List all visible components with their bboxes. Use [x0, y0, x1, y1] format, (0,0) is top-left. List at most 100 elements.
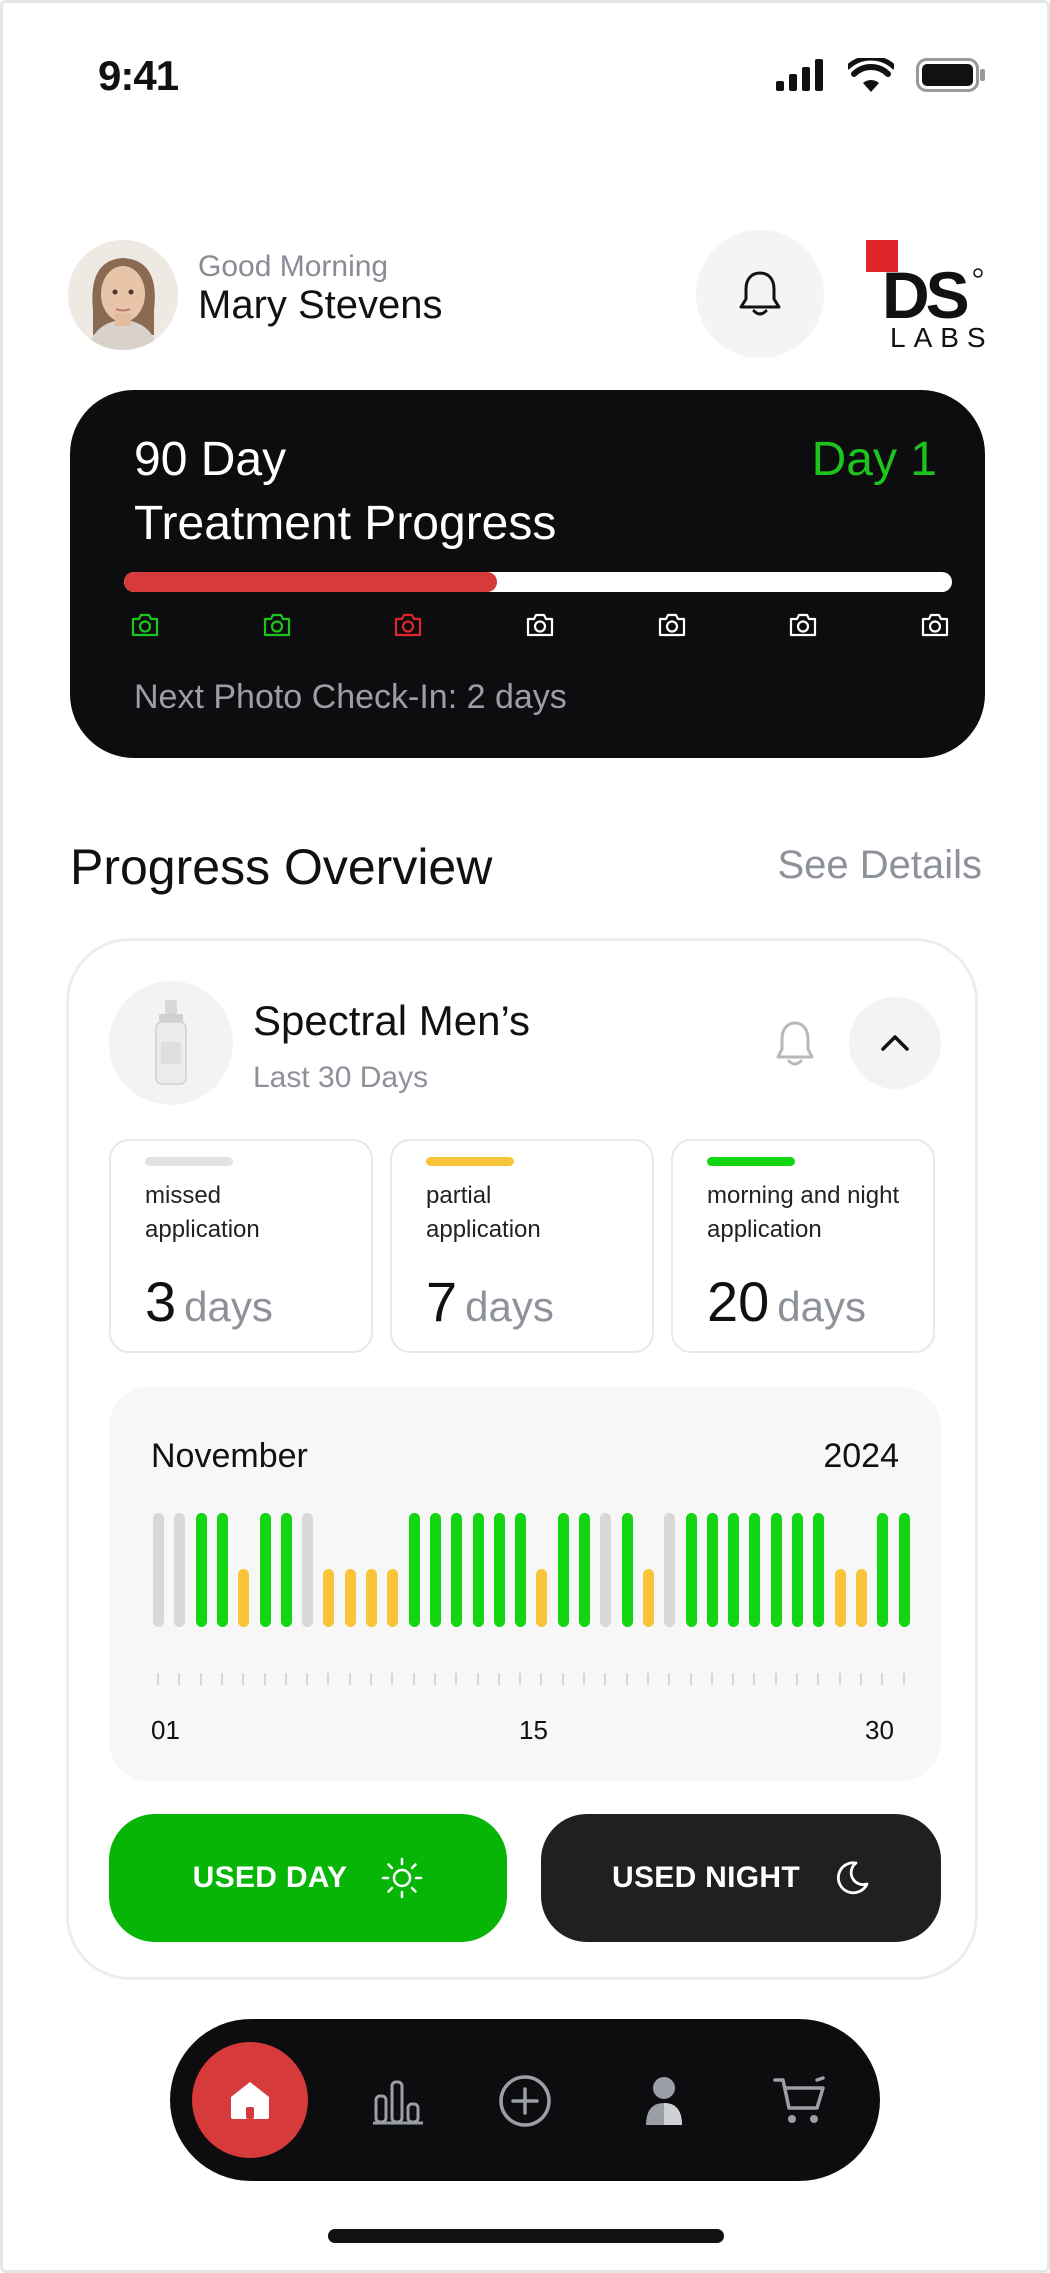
camera-icon [920, 612, 950, 638]
treatment-progress-card[interactable]: 90 Day Treatment Progress Day 1 Next Pho… [70, 390, 985, 758]
chart-bar [302, 1513, 314, 1627]
moon-icon [836, 1861, 869, 1895]
logo-subtext: LABS [890, 322, 986, 350]
chart-tick [817, 1673, 820, 1685]
photo-checkpoints [130, 612, 960, 642]
chart-bar [706, 1513, 718, 1627]
cart-icon [773, 2076, 825, 2123]
see-details-link[interactable]: See Details [777, 843, 982, 888]
treatment-progress-bar [124, 572, 952, 592]
home-indicator [328, 2229, 724, 2243]
stat-value: 20 days [707, 1270, 867, 1333]
nav-stats-button[interactable] [370, 2073, 426, 2129]
chart-tick [604, 1673, 607, 1685]
chart-bar [685, 1513, 697, 1627]
chart-bar [664, 1513, 676, 1627]
chart-bar [877, 1513, 889, 1627]
chart-bar [749, 1513, 761, 1627]
nav-add-button[interactable] [497, 2073, 553, 2129]
chart-tick [561, 1673, 564, 1685]
used-day-label: USED DAY [192, 1861, 348, 1894]
chart-tick [497, 1673, 500, 1685]
chart-tick [689, 1673, 692, 1685]
chart-bar [557, 1513, 569, 1627]
chart-tick [348, 1673, 351, 1685]
wifi-icon [848, 58, 894, 92]
chart-bar [408, 1513, 420, 1627]
chart-tick [583, 1673, 585, 1685]
bell-outline-icon [776, 1021, 814, 1066]
chart-bar [855, 1569, 867, 1627]
status-icons [776, 58, 986, 92]
chart-bar [642, 1569, 654, 1627]
profile-icon [646, 2077, 682, 2125]
stat-label: missed application [145, 1182, 260, 1243]
chart-tick [178, 1673, 181, 1685]
chart-tick [753, 1673, 756, 1685]
chart-tick [263, 1673, 266, 1685]
sun-icon [382, 1857, 423, 1899]
chart-bar [813, 1513, 825, 1627]
chart-bar [621, 1513, 633, 1627]
chart-bar [472, 1513, 484, 1627]
nav-cart-button[interactable] [772, 2073, 828, 2129]
chart-tick [220, 1673, 223, 1685]
next-photo-checkin: Next Photo Check-In: 2 days [134, 678, 567, 716]
product-progress-card: Spectral Men’s Last 30 Days missed appli… [66, 938, 978, 1980]
chart-bar [451, 1513, 463, 1627]
chart-bar [536, 1569, 548, 1627]
chart-bar [579, 1513, 590, 1627]
stat-value: 7 days [426, 1270, 554, 1333]
treatment-title-line1: 90 Day [134, 433, 287, 486]
chevron-up-icon [881, 1035, 909, 1051]
treatment-title-line2: Treatment Progress [134, 497, 557, 550]
chart-bar [153, 1513, 164, 1627]
treatment-progress-fill [124, 572, 497, 592]
used-day-button[interactable]: USED DAY [109, 1814, 507, 1942]
chart-tick [433, 1673, 436, 1685]
chart-tick [391, 1673, 394, 1685]
add-icon [499, 2075, 551, 2127]
nav-profile-button[interactable] [636, 2073, 692, 2129]
product-reminder-button[interactable] [775, 1019, 815, 1074]
chart-tick [327, 1673, 330, 1685]
signal-icon [776, 59, 823, 91]
chart-bar [600, 1513, 612, 1627]
logo-text: DS [882, 258, 968, 332]
nav-home-button[interactable] [192, 2042, 308, 2158]
chart-bar [259, 1513, 271, 1627]
battery-icon [916, 58, 985, 92]
stat-label: partial application [426, 1182, 541, 1243]
stat-card-full: morning and night application 20 days [671, 1139, 935, 1353]
chart-tick [476, 1673, 479, 1685]
brand-logo: DS LABS [866, 240, 986, 353]
chart-tick [838, 1673, 841, 1685]
chart-tick [710, 1673, 713, 1685]
chart-bar [898, 1513, 910, 1627]
product-period: Last 30 Days [253, 1061, 429, 1094]
stat-color-bar [145, 1157, 233, 1166]
notifications-button[interactable] [696, 230, 824, 358]
avatar-photo [68, 240, 178, 350]
chart-bar [728, 1513, 740, 1627]
chart-tick [242, 1673, 245, 1685]
bottom-nav [170, 2019, 880, 2181]
product-bottle-icon [155, 1000, 187, 1085]
section-title: Progress Overview [70, 839, 493, 895]
chart-tick [859, 1673, 862, 1685]
chart-tick [796, 1673, 798, 1685]
chart-tick [625, 1673, 628, 1685]
avatar[interactable] [68, 240, 178, 350]
chart-bar [174, 1513, 186, 1627]
chart-x-label: 30 [865, 1715, 894, 1745]
chart-bar [493, 1513, 505, 1627]
chart-bar [280, 1513, 292, 1627]
collapse-button[interactable] [849, 997, 941, 1089]
bell-icon [739, 271, 781, 316]
stat-value: 3 days [145, 1270, 273, 1333]
used-night-label: USED NIGHT [611, 1861, 800, 1894]
chart-bar [834, 1569, 846, 1627]
chart-tick [412, 1673, 415, 1685]
used-night-button[interactable]: USED NIGHT [541, 1814, 941, 1942]
chart-bars-area: 01 15 30 [151, 1387, 910, 1781]
